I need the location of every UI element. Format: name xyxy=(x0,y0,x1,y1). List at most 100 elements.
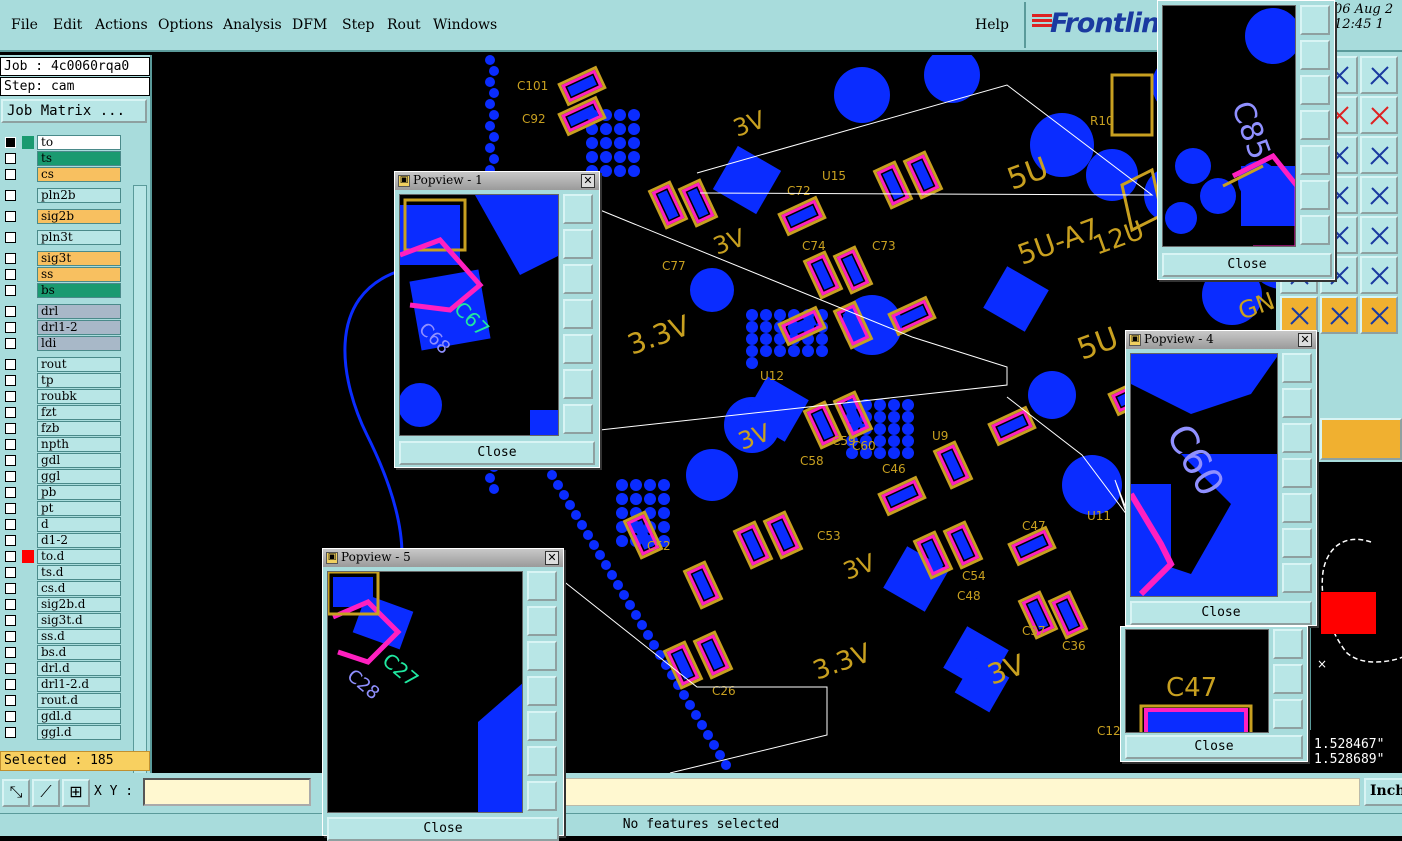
layer-name[interactable]: sig3t xyxy=(37,251,121,266)
popview-fit-icon[interactable] xyxy=(1282,353,1312,383)
layer-name[interactable]: gdl.d xyxy=(37,709,121,724)
popview-lower-viewport[interactable]: C47 xyxy=(1125,629,1269,733)
layer-row[interactable]: drl1-2.d xyxy=(3,677,121,692)
layer-checkbox[interactable] xyxy=(5,583,16,594)
layer-checkbox[interactable] xyxy=(5,615,16,626)
layer-color-swatch[interactable] xyxy=(22,630,34,643)
popview-zoom-in-icon[interactable] xyxy=(1282,563,1312,593)
layer-color-swatch[interactable] xyxy=(22,470,34,483)
menu-windows[interactable]: Windows xyxy=(433,17,497,33)
layer-name[interactable]: to.d xyxy=(37,549,121,564)
popview-down-icon[interactable] xyxy=(1300,75,1330,105)
popview-down-icon[interactable] xyxy=(1282,423,1312,453)
layer-checkbox[interactable] xyxy=(5,711,16,722)
layer-checkbox[interactable] xyxy=(5,647,16,658)
layer-checkbox[interactable] xyxy=(5,471,16,482)
layer-name[interactable]: drl1-2 xyxy=(37,320,121,335)
popview-down-icon[interactable] xyxy=(563,264,593,294)
arrow-icon[interactable] xyxy=(1280,296,1318,334)
layer-checkbox[interactable] xyxy=(5,487,16,498)
layer-name[interactable]: drl.d xyxy=(37,661,121,676)
layer-row[interactable]: gdl.d xyxy=(3,709,121,724)
popview-1-titlebar[interactable]: ▣ Popview - 1 ✕ xyxy=(395,172,599,190)
layer-name[interactable]: drl xyxy=(37,304,121,319)
popview-1-close-button[interactable]: Close xyxy=(399,441,595,465)
measure-icon[interactable]: ⟋ xyxy=(32,779,60,807)
layer-row[interactable]: pln3t xyxy=(3,230,121,245)
popview-4-close-button[interactable]: Close xyxy=(1130,601,1312,625)
popview-zoom-in-icon[interactable] xyxy=(563,404,593,434)
layer-row[interactable]: tp xyxy=(3,373,121,388)
layer-row[interactable]: d xyxy=(3,517,121,532)
layer-color-swatch[interactable] xyxy=(22,136,34,149)
layer-color-swatch[interactable] xyxy=(22,337,34,350)
layer-row[interactable]: ts.d xyxy=(3,565,121,580)
layer-row[interactable]: sig3t xyxy=(3,251,121,266)
popview-zoom-out-icon[interactable] xyxy=(1273,664,1303,694)
layers-icon[interactable] xyxy=(1360,56,1398,94)
layer-checkbox[interactable] xyxy=(5,663,16,674)
menu-step[interactable]: Step xyxy=(342,17,374,33)
popview-fit-icon[interactable] xyxy=(563,194,593,224)
popview-zoom-out-icon[interactable] xyxy=(563,369,593,399)
layer-checkbox[interactable] xyxy=(5,322,16,333)
layer-checkbox[interactable] xyxy=(5,695,16,706)
layer-name[interactable]: rout.d xyxy=(37,693,121,708)
layer-name[interactable]: ggl.d xyxy=(37,725,121,740)
layer-name[interactable]: sig3t.d xyxy=(37,613,121,628)
layer-checkbox[interactable] xyxy=(5,631,16,642)
popview-left-icon[interactable] xyxy=(1282,458,1312,488)
layer-name[interactable]: ts.d xyxy=(37,565,121,580)
layer-color-swatch[interactable] xyxy=(22,168,34,181)
layer-checkbox[interactable] xyxy=(5,727,16,738)
layer-checkbox[interactable] xyxy=(5,439,16,450)
popview-down-icon[interactable] xyxy=(527,641,557,671)
cursor-mode-icon[interactable] xyxy=(1320,418,1402,460)
layer-color-swatch[interactable] xyxy=(22,210,34,223)
popview-zoom-in-icon[interactable] xyxy=(527,781,557,811)
layer-color-swatch[interactable] xyxy=(22,152,34,165)
popview-5-viewport[interactable]: C27 C28 xyxy=(327,571,523,813)
layer-row[interactable]: sig2b xyxy=(3,209,121,224)
popview-5-close-icon[interactable]: ✕ xyxy=(545,551,559,565)
menu-rout[interactable]: Rout xyxy=(387,17,421,33)
units-button[interactable]: Inch xyxy=(1364,778,1402,806)
layer-name[interactable]: sig2b.d xyxy=(37,597,121,612)
layer-checkbox[interactable] xyxy=(5,535,16,546)
layer-color-swatch[interactable] xyxy=(22,358,34,371)
layer-color-swatch[interactable] xyxy=(22,390,34,403)
layer-name[interactable]: fzt xyxy=(37,405,121,420)
popview-left-icon[interactable] xyxy=(527,676,557,706)
layer-checkbox[interactable] xyxy=(5,253,16,264)
layer-color-swatch[interactable] xyxy=(22,662,34,675)
layer-checkbox[interactable] xyxy=(5,338,16,349)
layer-checkbox[interactable] xyxy=(5,153,16,164)
layer-checkbox[interactable] xyxy=(5,232,16,243)
layer-row[interactable]: ggl.d xyxy=(3,725,121,740)
layer-row[interactable]: gdl xyxy=(3,453,121,468)
menu-dfm[interactable]: DFM xyxy=(292,17,327,33)
popview-zoom-out-icon[interactable] xyxy=(527,746,557,776)
layer-row[interactable]: roubk xyxy=(3,389,121,404)
layer-color-swatch[interactable] xyxy=(22,646,34,659)
popview-1-close-icon[interactable]: ✕ xyxy=(581,174,595,188)
layer-name[interactable]: rout xyxy=(37,357,121,372)
menu-actions[interactable]: Actions xyxy=(95,17,148,33)
layer-row[interactable]: bs xyxy=(3,283,121,298)
layer-checkbox[interactable] xyxy=(5,567,16,578)
popview-4-viewport[interactable]: C60 xyxy=(1130,353,1278,597)
layer-name[interactable]: roubk xyxy=(37,389,121,404)
snap-grid-icon[interactable]: ⊞ xyxy=(62,779,90,807)
layer-checkbox[interactable] xyxy=(5,169,16,180)
layer-name[interactable]: ss.d xyxy=(37,629,121,644)
layer-row[interactable]: to.d xyxy=(3,549,121,564)
one-to-one-icon[interactable] xyxy=(1360,96,1398,134)
layer-color-swatch[interactable] xyxy=(22,321,34,334)
popview-right-icon[interactable] xyxy=(1273,629,1303,659)
layer-color-swatch[interactable] xyxy=(22,726,34,739)
layer-checkbox[interactable] xyxy=(5,503,16,514)
layer-name[interactable]: ggl xyxy=(37,469,121,484)
popview-up-icon[interactable] xyxy=(563,229,593,259)
layer-row[interactable]: sig2b.d xyxy=(3,597,121,612)
curve-icon[interactable] xyxy=(1360,216,1398,254)
